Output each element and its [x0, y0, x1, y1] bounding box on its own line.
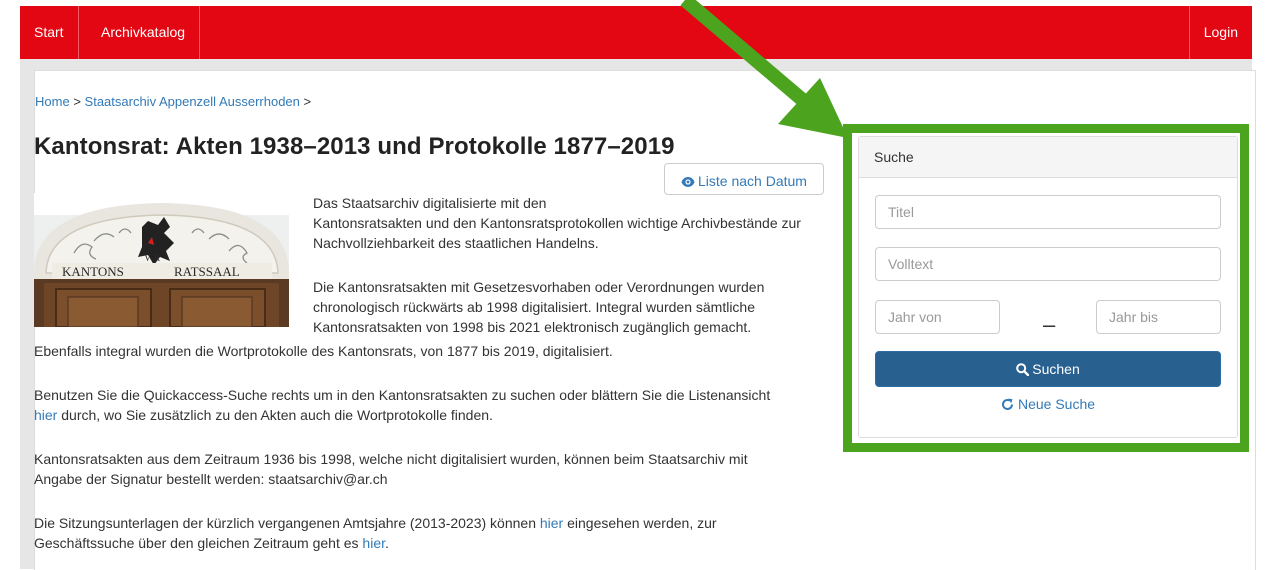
quickaccess-paragraph: Benutzen Sie die Quickaccess-Suche recht…: [34, 385, 770, 425]
text-line: durch, wo Sie zusätzlich zu den Akten au…: [57, 407, 493, 423]
liste-nach-datum-button[interactable]: Liste nach Datum: [664, 163, 824, 195]
digitization-paragraph: Die Kantonsratsakten mit Gesetzesvorhabe…: [313, 277, 764, 337]
neue-suche-label: Neue Suche: [1017, 396, 1096, 412]
text-line: Kantonsratsakten und den Kantonsratsprot…: [313, 215, 801, 231]
sign-text-left: KANTONS: [62, 264, 124, 279]
text-line: .: [385, 535, 389, 551]
order-paragraph: Kantonsratsakten aus dem Zeitraum 1936 b…: [34, 449, 748, 489]
sign-text-small: V R: [144, 253, 161, 264]
search-icon: [1016, 363, 1030, 377]
breadcrumb-separator: >: [73, 94, 81, 109]
text-line: Die Sitzungsunterlagen der kürzlich verg…: [34, 515, 540, 531]
text-line: Ebenfalls integral wurden die Wortprotok…: [34, 343, 613, 359]
text-line: Benutzen Sie die Quickaccess-Suche recht…: [34, 387, 771, 403]
titel-input[interactable]: [875, 195, 1221, 229]
eye-icon: [681, 177, 695, 187]
digitization-paragraph-end: Ebenfalls integral wurden die Wortprotok…: [34, 341, 613, 361]
breadcrumb-home-link[interactable]: Home: [35, 94, 70, 109]
text-line: Das Staatsarchiv digitalisierte mit den: [313, 195, 547, 211]
text-line: Nachvollziehbarkeit des staatlichen Hand…: [313, 235, 599, 251]
breadcrumb-archive-link[interactable]: Staatsarchiv Appenzell Ausserrhoden: [85, 94, 300, 109]
nav-login-link[interactable]: Login: [1188, 6, 1252, 59]
page-title: Kantonsrat: Akten 1938–2013 und Protokol…: [34, 133, 675, 160]
nav-archivkatalog-link[interactable]: Archivkatalog: [87, 6, 201, 59]
breadcrumb: Home > Staatsarchiv Appenzell Ausserrhod…: [35, 94, 311, 109]
text-line: Kantonsratsakten aus dem Zeitraum 1936 b…: [34, 451, 748, 467]
sitzungsunterlagen-hier-link[interactable]: hier: [540, 515, 563, 531]
intro-paragraph: Das Staatsarchiv digitalisierte mit den …: [313, 193, 801, 253]
text-line: Geschäftssuche über den gleichen Zeitrau…: [34, 535, 363, 551]
jahr-bis-input[interactable]: [1096, 300, 1221, 334]
year-range-separator: –: [1043, 312, 1056, 337]
text-line: Angabe der Signatur bestellt werden: sta…: [34, 471, 388, 487]
refresh-icon: [1002, 398, 1013, 410]
sign-text-right: RATSSAAL: [174, 264, 240, 279]
top-navbar: Start Archivkatalog Login: [20, 6, 1252, 59]
text-line: chronologisch rückwärts ab 1998 digitali…: [313, 299, 755, 315]
liste-nach-datum-label: Liste nach Datum: [698, 173, 807, 189]
listenansicht-hier-link[interactable]: hier: [34, 407, 57, 423]
search-panel: Suche – Suchen Neue Suche: [858, 136, 1238, 438]
volltext-input[interactable]: [875, 247, 1221, 281]
suchen-button[interactable]: Suchen: [875, 351, 1221, 387]
text-line: Kantonsratsakten von 1998 bis 2021 elekt…: [313, 319, 752, 335]
nav-start-link[interactable]: Start: [20, 6, 79, 59]
kantonsratssaal-photo: KANTONS RATSSAAL V R: [34, 193, 289, 327]
search-panel-heading: Suche: [859, 137, 1237, 178]
text-line: Die Kantonsratsakten mit Gesetzesvorhabe…: [313, 279, 765, 295]
jahr-von-input[interactable]: [875, 300, 1000, 334]
sitzungsunterlagen-paragraph: Die Sitzungsunterlagen der kürzlich verg…: [34, 513, 717, 553]
text-line: eingesehen werden, zur: [563, 515, 717, 531]
suchen-label: Suchen: [1032, 361, 1080, 377]
breadcrumb-separator: >: [303, 94, 312, 109]
geschaeftssuche-hier-link[interactable]: hier: [362, 535, 385, 551]
neue-suche-link[interactable]: Neue Suche: [859, 396, 1237, 412]
